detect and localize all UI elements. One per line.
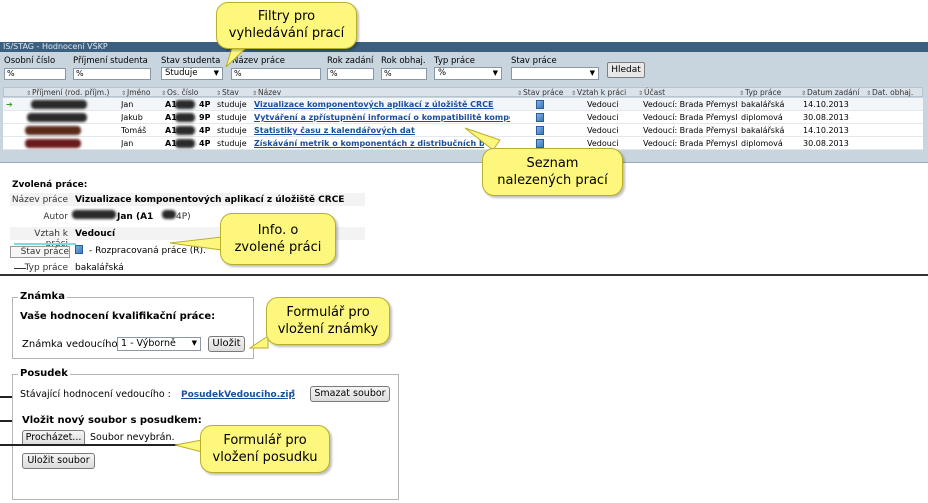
callout-list: Seznam nalezených prací xyxy=(482,148,623,196)
callout-tail-grade xyxy=(248,335,269,349)
callout-grade-form: Formulář pro vložení známky xyxy=(266,297,390,345)
callout-review-form: Formulář pro vložení posudku xyxy=(200,425,330,473)
callout-info: Info. o zvolené práci xyxy=(220,213,336,265)
callout-tail-review xyxy=(174,439,203,453)
callout-tail-info xyxy=(169,236,223,251)
callout-filters: Filtry pro vyhledávání prací xyxy=(216,2,357,49)
callout-tails xyxy=(169,47,501,453)
callout-tail-list xyxy=(464,127,501,151)
callout-tail-filters xyxy=(225,47,248,68)
